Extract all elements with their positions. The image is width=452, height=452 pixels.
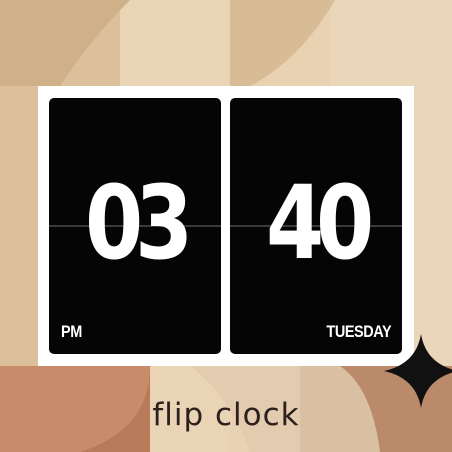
minute-digits: 40 (265, 164, 374, 283)
meridiem-label: PM (61, 322, 82, 341)
minute-card: 40 TUESDAY (230, 98, 402, 354)
flip-clock-frame: 03 PM 40 TUESDAY (38, 86, 414, 366)
hour-digits: 03 (84, 164, 193, 283)
app-caption: flip clock (152, 397, 300, 433)
hour-card: 03 PM (49, 98, 221, 354)
